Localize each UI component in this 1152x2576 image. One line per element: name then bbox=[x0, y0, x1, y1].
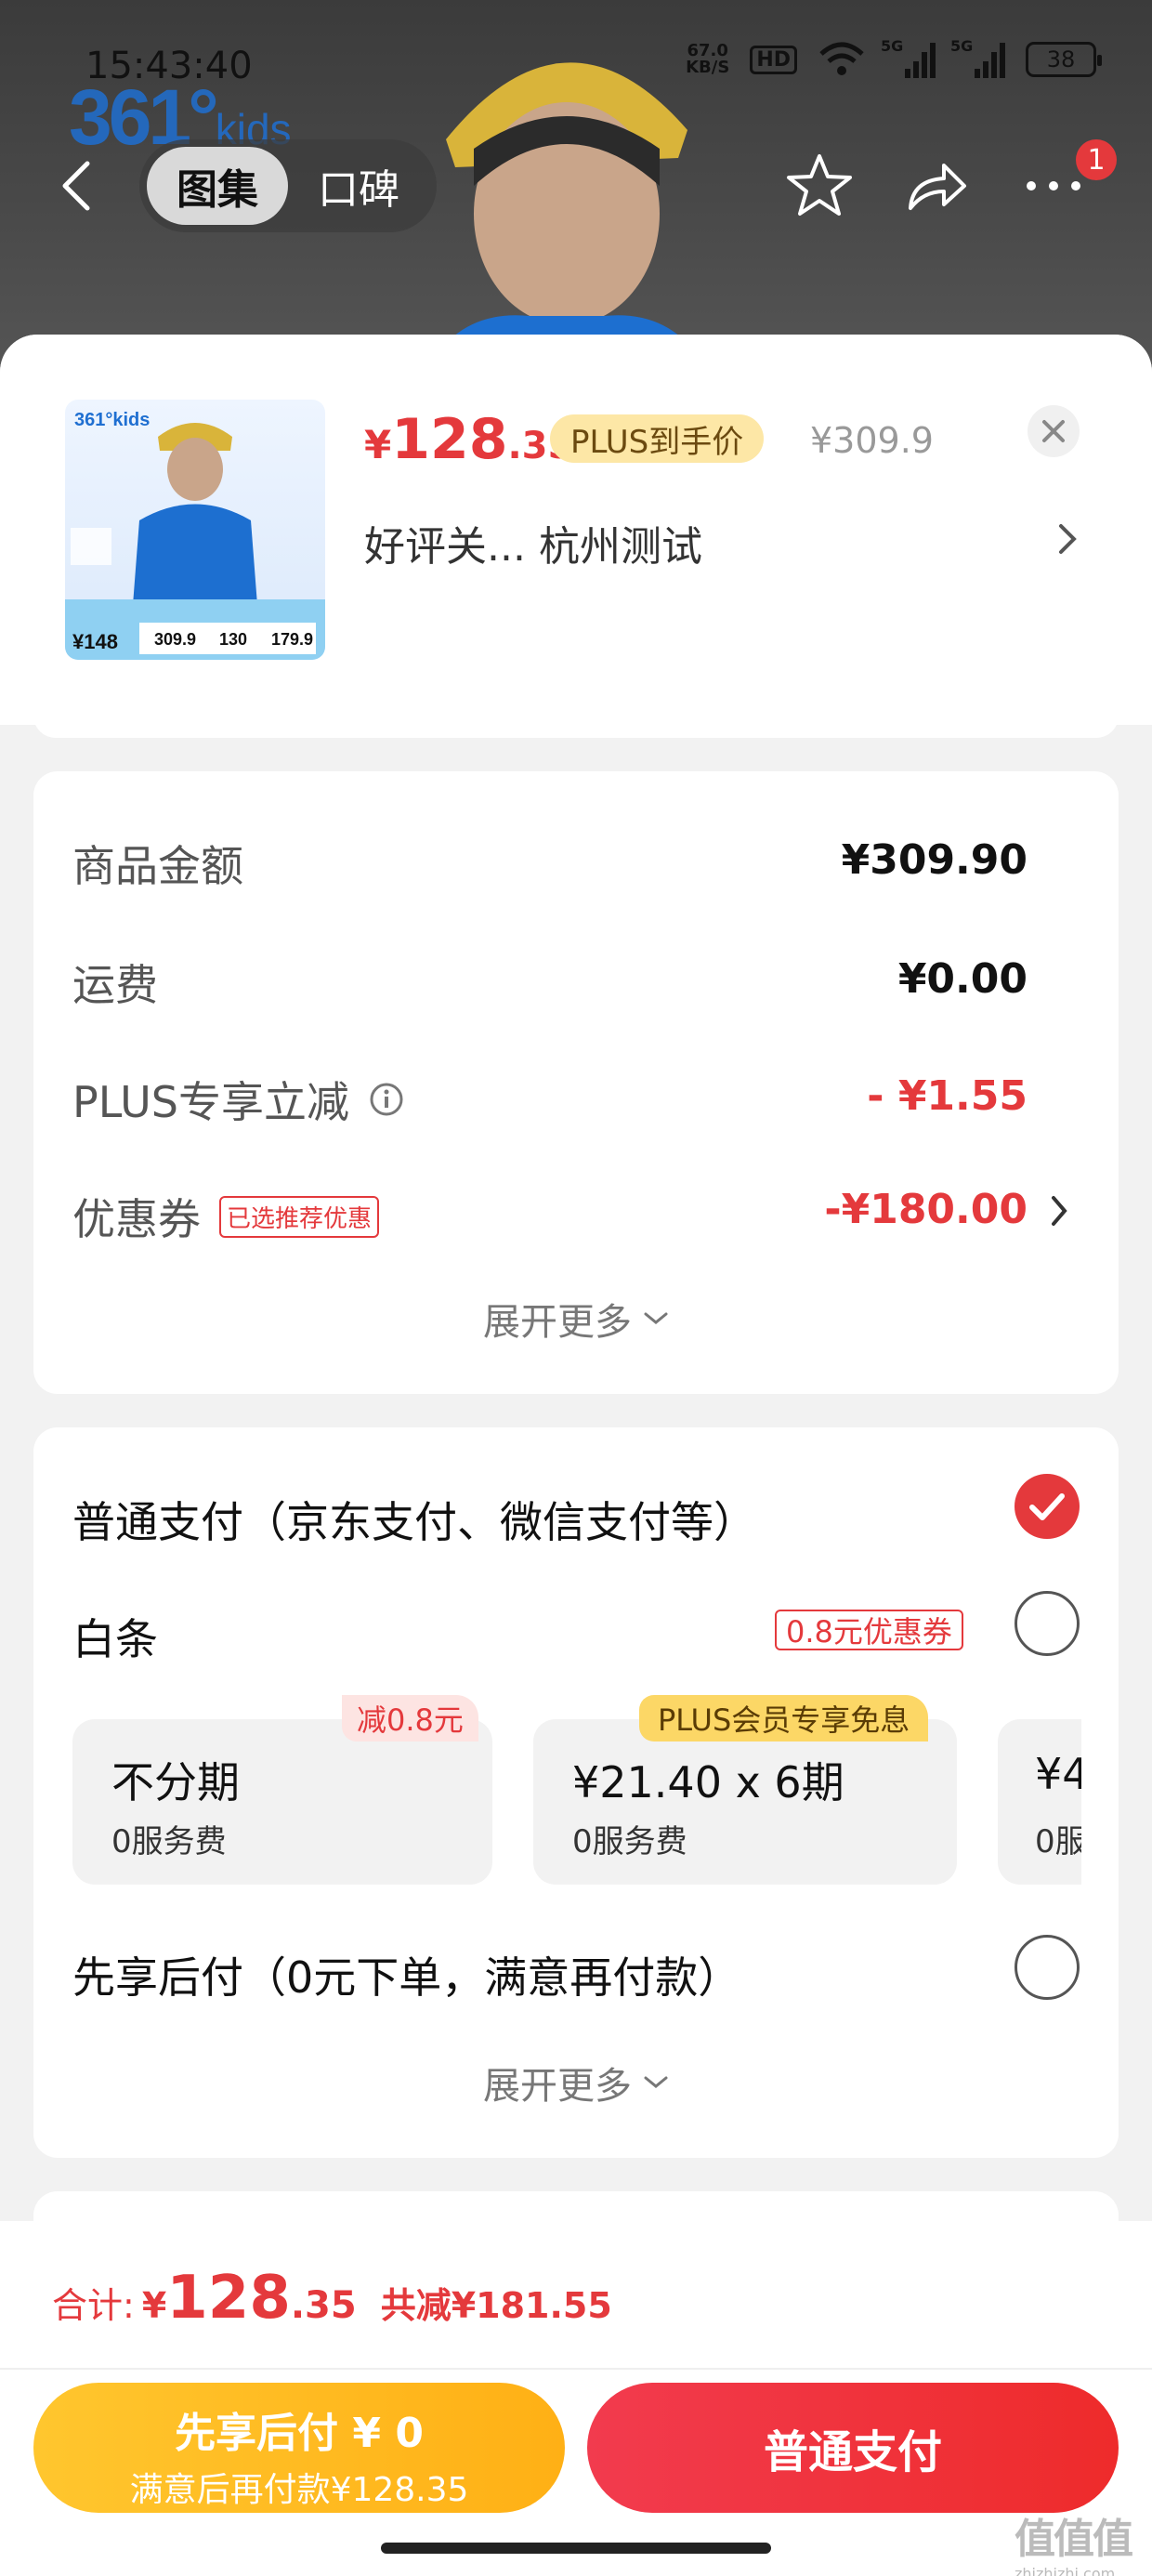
plan-more-installments[interactable]: ¥4 0服 bbox=[998, 1719, 1081, 1885]
goods-amount-value: ¥309.90 bbox=[841, 836, 1028, 884]
chevron-down-icon bbox=[644, 1312, 668, 1324]
network-speed: 67.0 KB/S bbox=[686, 41, 730, 77]
plan-6-installments[interactable]: ¥21.40 x 6期 0服务费 bbox=[533, 1719, 957, 1885]
coupon-label: 优惠券 bbox=[72, 1194, 201, 1244]
gallery-tabs: 图集 口碑 bbox=[139, 139, 437, 232]
plan-no-installment[interactable]: 不分期 0服务费 bbox=[72, 1719, 492, 1885]
notification-badge: 1 bbox=[1076, 139, 1117, 180]
close-icon bbox=[1042, 420, 1065, 442]
divider bbox=[0, 2368, 1152, 2370]
pay-later-button-subtitle: 满意后再付款¥128.35 bbox=[129, 2471, 469, 2509]
product-model-image bbox=[425, 62, 708, 372]
thumb-price-3: 179.9 bbox=[271, 630, 313, 649]
total-saved: 共减¥181.55 bbox=[380, 2285, 612, 2326]
plus-discount-row: PLUS专享立减 bbox=[72, 1069, 405, 1130]
check-icon bbox=[1029, 1493, 1065, 1520]
hd-icon: HD bbox=[750, 45, 797, 74]
info-icon[interactable] bbox=[368, 1081, 405, 1118]
section-spacer bbox=[33, 699, 1119, 738]
expand-more-label: 展开更多 bbox=[483, 2065, 632, 2108]
plus-discount-value: - ¥1.55 bbox=[867, 1072, 1028, 1120]
plus-discount-label: PLUS专享立减 bbox=[72, 1077, 349, 1127]
plan-fee: 0服 bbox=[1035, 1823, 1081, 1860]
coupon-recommend-badge: 已选推荐优惠 bbox=[219, 1195, 380, 1238]
order-total: 合计: ¥128.35 共减¥181.55 bbox=[52, 2264, 612, 2333]
star-icon[interactable] bbox=[782, 149, 857, 223]
svg-text:361°kids: 361°kids bbox=[74, 410, 150, 430]
baitiao-label[interactable]: 白条 bbox=[72, 1606, 158, 1667]
plus-price-tag: PLUS到手价 bbox=[550, 414, 765, 463]
normal-pay-button[interactable]: 普通支付 bbox=[587, 2383, 1119, 2513]
share-icon[interactable] bbox=[899, 149, 974, 223]
pay-later-button[interactable]: 先享后付 ¥ 0 满意后再付款¥128.35 bbox=[33, 2383, 565, 2513]
chevron-right-icon[interactable] bbox=[1057, 520, 1080, 558]
close-button[interactable] bbox=[1028, 405, 1080, 457]
baitiao-coupon-badge: 0.8元优惠券 bbox=[775, 1610, 963, 1650]
coupon-value[interactable]: -¥180.00 bbox=[824, 1186, 1028, 1233]
plan-fee: 0服务费 bbox=[111, 1823, 227, 1860]
status-bar-icons: 67.0 KB/S HD 5G 5G 38 bbox=[686, 37, 1102, 78]
plan-fee: 0服务费 bbox=[572, 1823, 687, 1860]
tab-gallery[interactable]: 图集 bbox=[147, 147, 288, 225]
plan-title: 不分期 bbox=[111, 1757, 240, 1807]
chevron-right-icon[interactable] bbox=[1050, 1193, 1070, 1229]
pay-later-button-title: 先享后付 ¥ 0 bbox=[175, 2410, 424, 2457]
pay-later-label[interactable]: 先享后付（0元下单，满意再付款） bbox=[72, 1944, 740, 2005]
normal-pay-radio[interactable] bbox=[1015, 1474, 1080, 1539]
plan-plus-free-tag: PLUS会员专享免息 bbox=[639, 1695, 929, 1741]
plan-title: ¥21.40 x 6期 bbox=[572, 1757, 844, 1807]
chevron-down-icon bbox=[644, 2076, 668, 2088]
tab-reviews[interactable]: 口碑 bbox=[288, 147, 429, 225]
coupon-row[interactable]: 优惠券 已选推荐优惠 bbox=[72, 1186, 380, 1247]
installment-plans: 不分期 0服务费 ¥21.40 x 6期 0服务费 ¥4 0服 bbox=[72, 1719, 1081, 1885]
price-breakdown-card: 商品金额 ¥309.90 运费 ¥0.00 PLUS专享立减 - ¥1.55 优… bbox=[33, 771, 1119, 1394]
total-label: 合计: bbox=[52, 2285, 135, 2326]
back-icon[interactable] bbox=[58, 158, 95, 214]
original-price: ¥309.9 bbox=[810, 420, 934, 461]
status-time: 15:43:40 bbox=[85, 45, 253, 87]
signal-icon-sim2: 5G bbox=[950, 37, 1005, 78]
pay-later-radio[interactable] bbox=[1015, 1935, 1080, 2000]
expand-more-label: 展开更多 bbox=[483, 1301, 632, 1344]
thumb-price-2: 130 bbox=[219, 630, 247, 649]
final-price: ¥128.35 bbox=[364, 407, 574, 472]
shipping-label: 运费 bbox=[72, 960, 158, 1010]
home-indicator[interactable] bbox=[381, 2543, 771, 2554]
thumb-price-1: 309.9 bbox=[154, 630, 196, 649]
wifi-icon bbox=[819, 42, 864, 75]
product-thumbnail-art: 361°kids ¥148 309.9 130 179.9 bbox=[65, 410, 325, 660]
signal-icon-sim1: 5G bbox=[881, 37, 936, 78]
thumb-promo-price: ¥148 bbox=[72, 630, 118, 653]
plan-title: ¥4 bbox=[1035, 1749, 1081, 1799]
normal-pay-label[interactable]: 普通支付（京东支付、微信支付等） bbox=[72, 1489, 756, 1550]
product-spec-selector[interactable]: 好评关... 杭州测试 bbox=[364, 513, 702, 572]
plan-discount-tag: 减0.8元 bbox=[342, 1695, 478, 1741]
watermark: 值值值 zhizhizhi.com bbox=[1015, 2516, 1133, 2576]
battery-icon: 38 bbox=[1026, 42, 1102, 77]
product-thumbnail[interactable]: 361°kids ¥148 309.9 130 179.9 bbox=[65, 400, 325, 660]
expand-more-payments[interactable]: 展开更多 bbox=[33, 2056, 1119, 2109]
baitiao-radio[interactable] bbox=[1015, 1591, 1080, 1656]
goods-amount-label: 商品金额 bbox=[72, 841, 243, 891]
expand-more-fees[interactable]: 展开更多 bbox=[33, 1292, 1119, 1346]
shipping-value: ¥0.00 bbox=[897, 955, 1028, 1003]
